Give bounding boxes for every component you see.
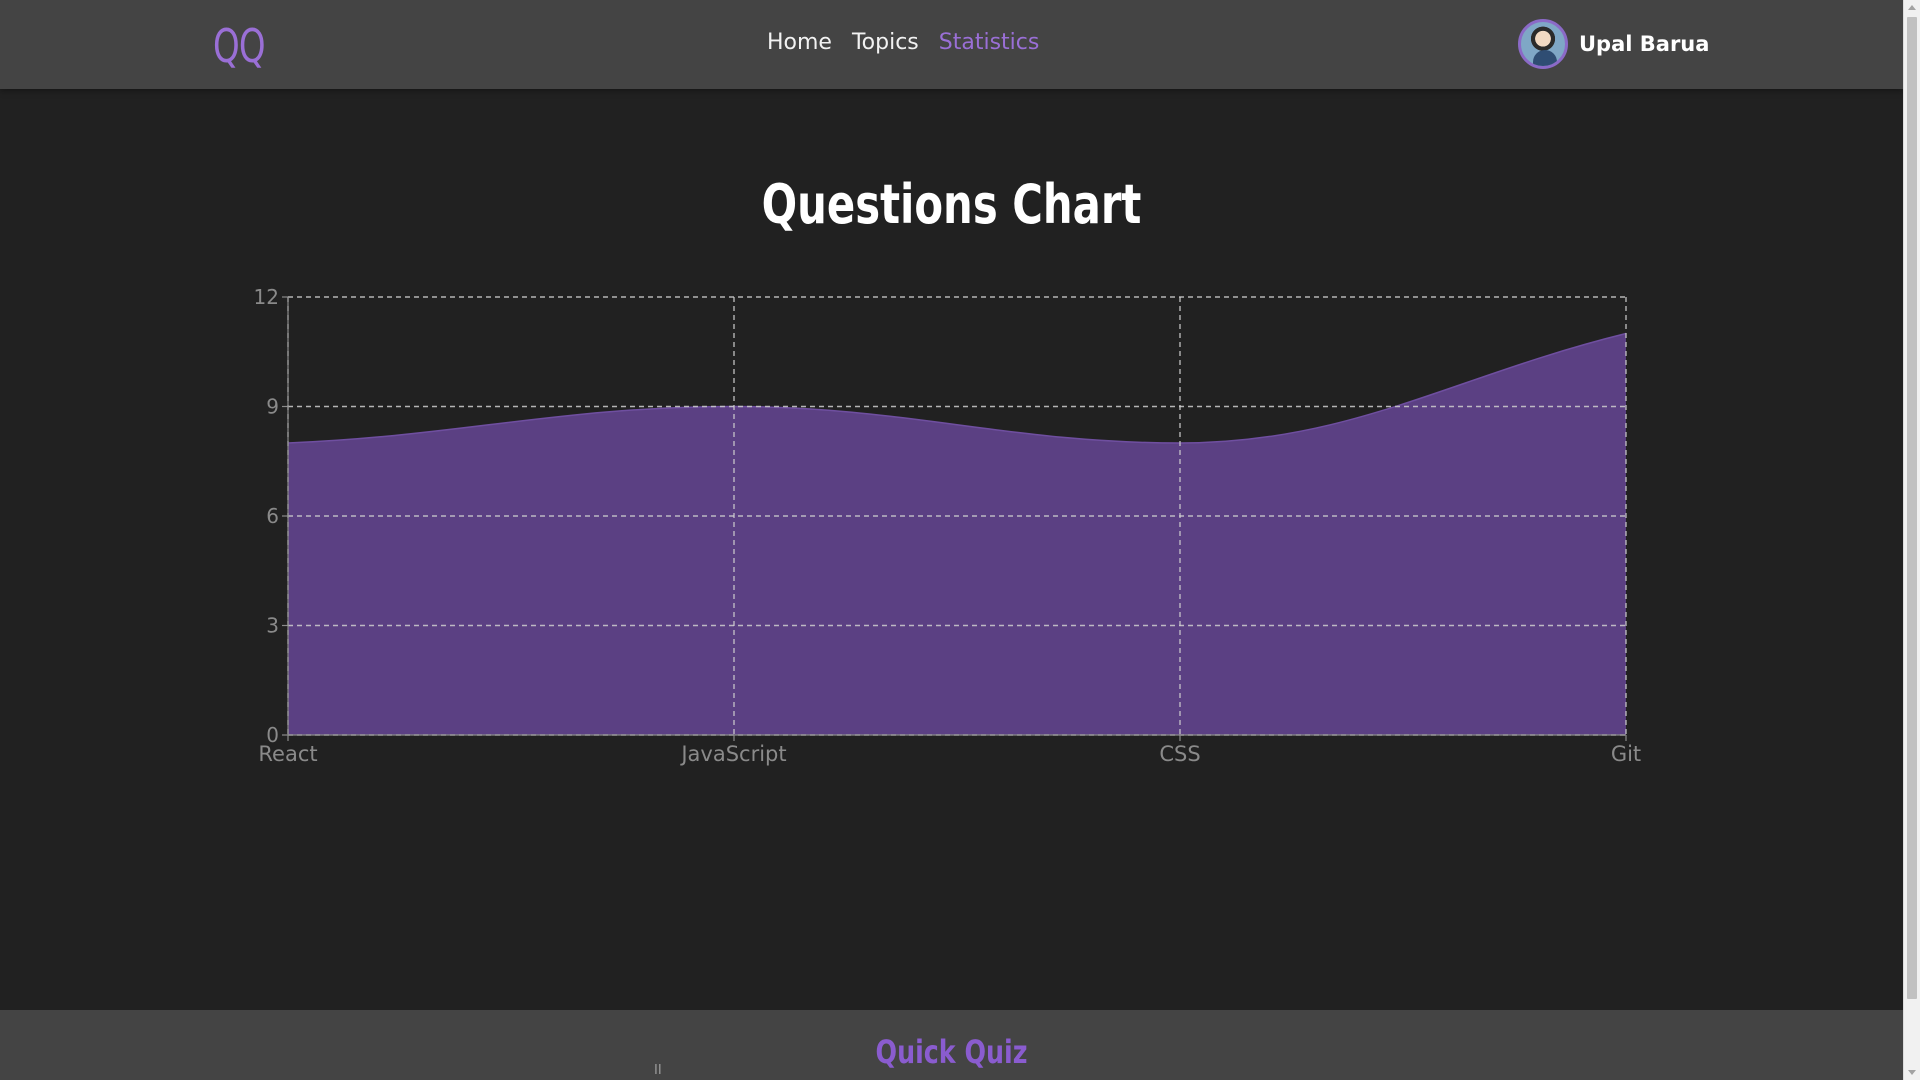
footer-mark: II: [654, 1063, 662, 1078]
scroll-thumb[interactable]: [1907, 17, 1917, 999]
questions-area-chart: 036912React JavaScript CSS Git: [254, 285, 1642, 766]
footer: Quick Quiz II: [0, 1010, 1903, 1080]
y-tick-label: 12: [254, 285, 279, 309]
y-tick-label: 6: [266, 504, 279, 528]
x-tick-label: React: [258, 742, 317, 766]
scroll-down-icon[interactable]: [1908, 1070, 1916, 1075]
scroll-up-icon[interactable]: [1908, 5, 1916, 10]
footer-title: Quick Quiz: [875, 1033, 1028, 1071]
chart-container: 0 3 6 9 12 React JavaScript CSS Git: [0, 0, 1903, 1080]
vertical-scrollbar[interactable]: [1903, 0, 1920, 1080]
y-tick-label: 9: [266, 395, 279, 419]
x-tick-label: JavaScript: [679, 742, 786, 766]
x-tick-label: CSS: [1159, 742, 1200, 766]
y-tick-label: 3: [266, 614, 279, 638]
x-tick-label: Git: [1611, 742, 1641, 766]
area-fill: [288, 333, 1626, 735]
page: QQ Home Topics Statistics Upal Barua Que…: [0, 0, 1903, 1080]
